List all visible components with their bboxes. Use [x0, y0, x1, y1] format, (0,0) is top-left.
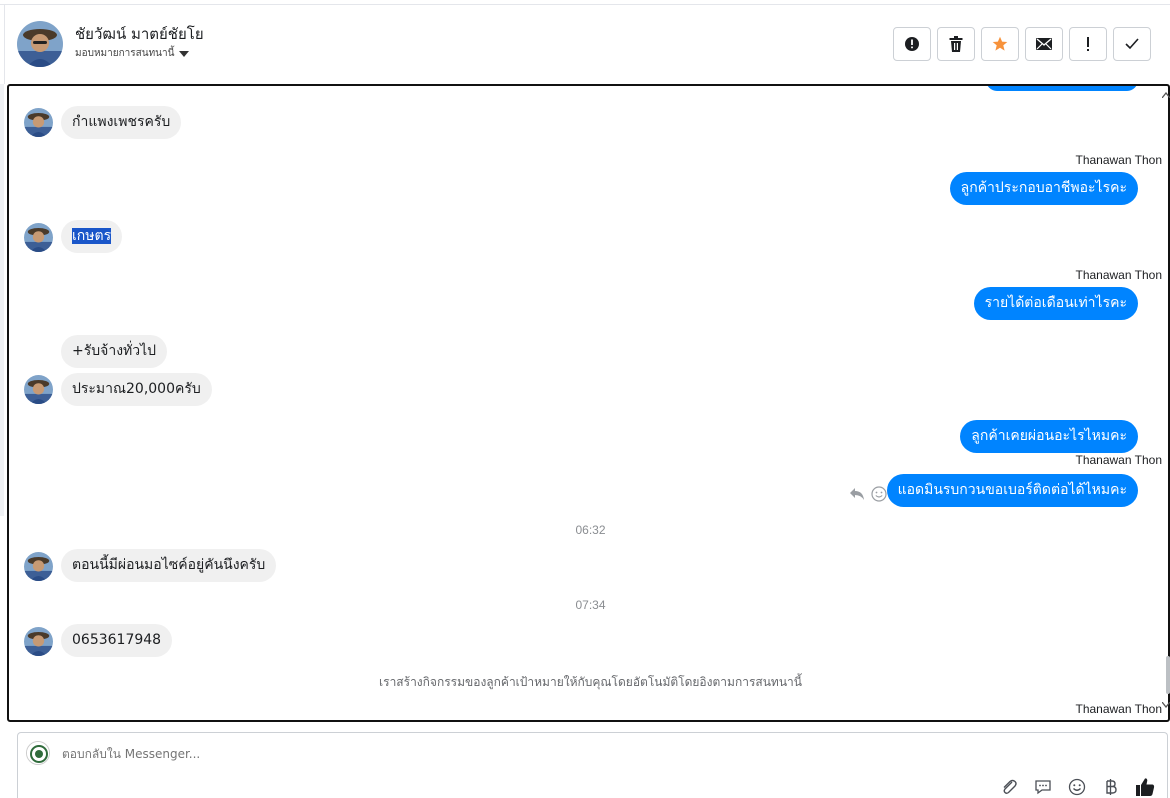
timestamp: 06:32 [575, 523, 606, 537]
alert-circle-icon [905, 37, 919, 51]
mark-unread-button[interactable] [1025, 27, 1063, 61]
speech-bubble-icon [1035, 780, 1051, 795]
sender-name: Thanawan Thon [1075, 702, 1162, 716]
message-bubble-incoming[interactable]: เกษตร [61, 220, 123, 253]
message-thread[interactable]: กำแพงเพชรครับ Thanawan Thon ลูกค้าประกอบ… [7, 84, 1170, 722]
scroll-down-icon[interactable] [1162, 702, 1170, 708]
trash-icon [949, 36, 963, 52]
divider [4, 4, 5, 84]
check-icon [1125, 38, 1139, 50]
message-bubble-outgoing[interactable]: แอดมินรบกวนขอเบอร์ติดต่อได้ไหมคะ [886, 474, 1138, 507]
mark-spam-button[interactable] [893, 27, 931, 61]
sender-name: Thanawan Thon [1075, 268, 1162, 282]
message-bubble-outgoing[interactable]: ลูกค้าประกอบอาชีพอะไรคะ [949, 172, 1138, 205]
left-panel-edge [0, 84, 4, 516]
reply-composer [17, 732, 1168, 798]
contact-avatar[interactable] [17, 21, 63, 67]
message-actions [849, 486, 887, 502]
contact-avatar-small [24, 552, 53, 581]
contact-avatar-small [24, 375, 53, 404]
contact-avatar-small [24, 108, 53, 137]
conversation-header: ชัยวัฒน์ มาตย์ชัยโย มอบหมายการสนทนานี้ [0, 0, 1170, 84]
contact-avatar-small [24, 223, 53, 252]
message-bubble-outgoing[interactable]: ลูกค้าเคยผ่อนอะไรไหมคะ [960, 420, 1138, 453]
composer-tools [999, 777, 1155, 797]
follow-up-button[interactable] [1069, 27, 1107, 61]
system-notice: เราสร้างกิจกรรมของลูกค้าเป้าหมายให้กับคุ… [379, 675, 802, 689]
delete-button[interactable] [937, 27, 975, 61]
star-icon [992, 36, 1008, 51]
star-button[interactable] [981, 27, 1019, 61]
emoji-icon [1068, 778, 1086, 796]
contact-avatar-small [24, 627, 53, 656]
reply-input[interactable] [62, 747, 962, 761]
message-bubble-outgoing-partial [986, 86, 1138, 91]
assign-conversation-dropdown[interactable]: มอบหมายการสนทนานี้ [75, 46, 190, 61]
assign-label: มอบหมายการสนทนานี้ [75, 48, 175, 59]
emoji-button[interactable] [1067, 777, 1087, 797]
thumbs-up-icon [1136, 778, 1155, 796]
scroll-up-icon[interactable] [1162, 92, 1170, 98]
sender-name: Thanawan Thon [1075, 453, 1162, 467]
message-bubble-incoming[interactable]: ประมาณ20,000ครับ [61, 373, 212, 406]
envelope-icon [1036, 38, 1052, 50]
page-logo [26, 741, 50, 765]
sender-name: Thanawan Thon [1075, 153, 1162, 167]
divider [0, 4, 1170, 5]
contact-name: ชัยวัฒน์ มาตย์ชัยโย [75, 25, 204, 43]
reply-icon[interactable] [849, 487, 865, 501]
payment-button[interactable] [1101, 777, 1121, 797]
message-bubble-incoming[interactable]: ตอนนี้มีผ่อนมอไซค์อยู่คันนึงครับ [61, 549, 277, 582]
like-button[interactable] [1135, 777, 1155, 797]
selected-text[interactable]: เกษตร [72, 228, 112, 244]
caret-down-icon [179, 50, 190, 57]
messenger-conversation: ชัยวัฒน์ มาตย์ชัยโย มอบหมายการสนทนานี้ ก… [0, 0, 1170, 798]
paperclip-icon [1003, 779, 1017, 794]
baht-icon [1106, 779, 1117, 795]
message-bubble-incoming[interactable]: กำแพงเพชรครับ [61, 106, 182, 139]
scrollbar-thumb[interactable] [1166, 656, 1170, 694]
message-bubble-outgoing[interactable]: รายได้ต่อเดือนเท่าไรคะ [973, 287, 1138, 320]
conversation-actions [893, 27, 1151, 61]
mark-done-button[interactable] [1113, 27, 1151, 61]
saved-replies-button[interactable] [1033, 777, 1053, 797]
timestamp: 07:34 [575, 598, 606, 612]
attach-button[interactable] [999, 777, 1019, 797]
message-bubble-incoming[interactable]: +รับจ้างทั่วไป [61, 335, 168, 368]
message-bubble-incoming[interactable]: 0653617948 [61, 624, 173, 657]
exclamation-icon [1087, 37, 1089, 51]
emoji-react-icon[interactable] [871, 486, 887, 502]
